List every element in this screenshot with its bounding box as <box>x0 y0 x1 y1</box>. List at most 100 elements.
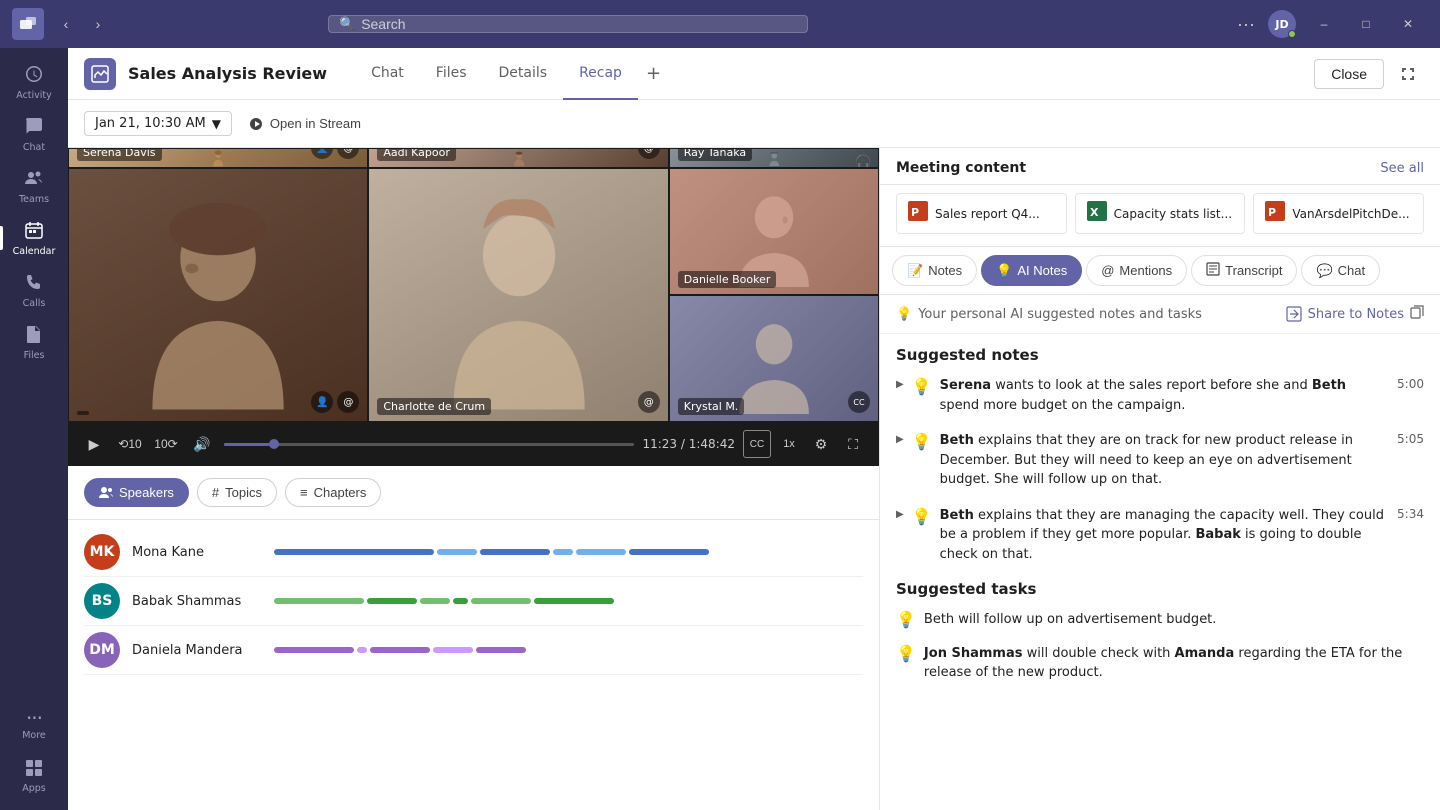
play-button[interactable]: ▶ <box>80 430 108 458</box>
label-james <box>77 411 89 415</box>
open-stream-button[interactable]: Open in Stream <box>248 116 361 132</box>
minimize-button[interactable]: – <box>1304 9 1344 39</box>
speaker-row-mona: MK Mona Kane <box>84 528 863 577</box>
close-button[interactable]: Close <box>1314 59 1384 89</box>
tab-files[interactable]: Files <box>420 48 483 100</box>
expand-button[interactable] <box>1392 58 1424 90</box>
rewind-button[interactable]: ⟲10 <box>116 430 144 458</box>
right-col-bottom: Danielle Booker Krystal M. <box>669 168 879 422</box>
mentions-icon: @ <box>1101 263 1114 278</box>
expand-icon-2[interactable]: ▶ <box>896 434 904 445</box>
settings-button[interactable]: ⚙ <box>807 430 835 458</box>
panel-tab-mentions[interactable]: @ Mentions <box>1086 255 1187 286</box>
nav-buttons: ‹ › <box>52 10 112 38</box>
svg-text:P: P <box>1268 206 1276 219</box>
label-charlotte: Charlotte de Crum <box>377 398 491 415</box>
file-name-2: Capacity stats list... <box>1114 207 1232 221</box>
task-bulb-1: 💡 <box>896 610 916 629</box>
more-icon: ··· <box>26 708 42 728</box>
panel-tab-transcript[interactable]: Transcript <box>1191 255 1297 286</box>
speaker-tabs: Speakers # Topics ≡ Chapters <box>68 466 879 520</box>
sidebar-item-more[interactable]: ··· More <box>8 698 60 750</box>
calendar-label: Calendar <box>13 246 56 257</box>
share-to-notes-button[interactable]: Share to Notes <box>1286 305 1424 323</box>
more-options-button[interactable]: ··· <box>1232 10 1260 38</box>
note-item-1: ▶ 💡 Serena wants to look at the sales re… <box>896 376 1424 415</box>
expand-icon-1[interactable]: ▶ <box>896 379 904 390</box>
headphones-icon: 🎧 <box>855 155 872 168</box>
tab-chat[interactable]: Chat <box>355 48 420 100</box>
ai-notes-area: 💡 Your personal AI suggested notes and t… <box>880 295 1440 810</box>
date-selector[interactable]: Jan 21, 10:30 AM ▼ <box>84 111 232 136</box>
ai-header-left: 💡 Your personal AI suggested notes and t… <box>896 307 1202 322</box>
sidebar-item-teams[interactable]: Teams <box>8 160 60 212</box>
chapters-tab-button[interactable]: ≡ Chapters <box>285 478 381 507</box>
suggested-tasks-title: Suggested tasks <box>896 580 1424 598</box>
expand-icon-3[interactable]: ▶ <box>896 509 904 520</box>
topics-tab-button[interactable]: # Topics <box>197 478 277 507</box>
excel-icon: X <box>1086 200 1108 227</box>
online-indicator <box>1288 30 1296 38</box>
captions-button[interactable]: CC <box>743 430 771 458</box>
forward-button[interactable]: › <box>84 10 112 38</box>
meeting-content-title: Meeting content <box>896 160 1026 176</box>
speakers-tab-button[interactable]: Speakers <box>84 478 189 507</box>
topics-tab-label: Topics <box>225 485 262 500</box>
chat-icon <box>24 116 44 140</box>
file-sales-report[interactable]: P Sales report Q4... <box>896 193 1067 234</box>
meeting-content-header: Meeting content See all <box>880 148 1440 185</box>
right-panel: Meeting content See all P Sales report Q… <box>880 148 1440 810</box>
person-icon: 👤 <box>311 148 333 159</box>
maximize-button[interactable]: □ <box>1346 9 1386 39</box>
svg-text:X: X <box>1090 206 1099 219</box>
progress-bar[interactable] <box>224 443 634 446</box>
ray-top-icons: 🎧 <box>855 155 872 168</box>
video-cell-aadi: Aadi Kapoor @ <box>368 148 668 168</box>
video-grid: Serena Davis 👤 @ <box>68 148 879 422</box>
sidebar-item-activity[interactable]: Activity <box>8 56 60 108</box>
add-tab-button[interactable]: + <box>638 48 669 100</box>
panel-tab-ai-notes[interactable]: 💡 AI Notes <box>981 255 1082 286</box>
search-bar[interactable]: 🔍 <box>328 15 808 33</box>
task-bulb-2: 💡 <box>896 644 916 663</box>
video-cell-james: 👤 @ <box>68 168 368 422</box>
cc-icon: CC <box>848 391 870 413</box>
chapters-tab-label: Chapters <box>314 485 367 500</box>
speed-button[interactable]: 1x <box>775 430 803 458</box>
at-icon-james: @ <box>337 391 359 413</box>
transcript-label: Transcript <box>1225 263 1282 278</box>
search-input[interactable] <box>361 16 797 32</box>
at-icon-aadi: @ <box>638 148 660 159</box>
file-capacity-stats[interactable]: X Capacity stats list... <box>1075 193 1246 234</box>
sidebar-item-calendar[interactable]: Calendar <box>8 212 60 264</box>
file-vanarsde[interactable]: P VanArsdelPitchDe... <box>1253 193 1424 234</box>
charlotte-overlay-icons: @ <box>638 391 660 413</box>
volume-button[interactable]: 🔊 <box>188 430 216 458</box>
tab-details[interactable]: Details <box>483 48 564 100</box>
see-all-link[interactable]: See all <box>1380 161 1424 176</box>
speaker-name-babak: Babak Shammas <box>132 594 262 609</box>
split-view: Serena Davis 👤 @ <box>68 148 1440 810</box>
avatar-babak: BS <box>84 583 120 619</box>
ai-notes-content: Suggested notes ▶ 💡 Serena wants to look… <box>880 334 1440 709</box>
tab-recap[interactable]: Recap <box>563 48 638 100</box>
serena-overlay-icons: 👤 @ <box>311 148 359 159</box>
teams-logo <box>12 8 44 40</box>
panel-tab-chat[interactable]: 💬 Chat <box>1301 255 1380 286</box>
sidebar-item-apps[interactable]: Apps <box>8 750 60 802</box>
title-bar: ‹ › 🔍 ··· JD – □ ✕ <box>0 0 1440 48</box>
note-time-1: 5:00 <box>1397 377 1424 391</box>
user-avatar[interactable]: JD <box>1268 10 1296 38</box>
back-button[interactable]: ‹ <box>52 10 80 38</box>
close-window-button[interactable]: ✕ <box>1388 9 1428 39</box>
sidebar-item-chat[interactable]: Chat <box>8 108 60 160</box>
bars-babak <box>274 598 863 604</box>
label-aadi: Aadi Kapoor <box>377 148 456 161</box>
sidebar-item-calls[interactable]: Calls <box>8 264 60 316</box>
fullscreen-button[interactable]: ⛶ <box>839 430 867 458</box>
forward-button-10[interactable]: 10⟳ <box>152 430 180 458</box>
more-label: More <box>22 730 46 741</box>
panel-tab-notes[interactable]: 📝 Notes <box>892 255 977 286</box>
sidebar-item-files[interactable]: Files <box>8 316 60 368</box>
task-item-2: 💡 Jon Shammas will double check with Ama… <box>896 644 1424 683</box>
